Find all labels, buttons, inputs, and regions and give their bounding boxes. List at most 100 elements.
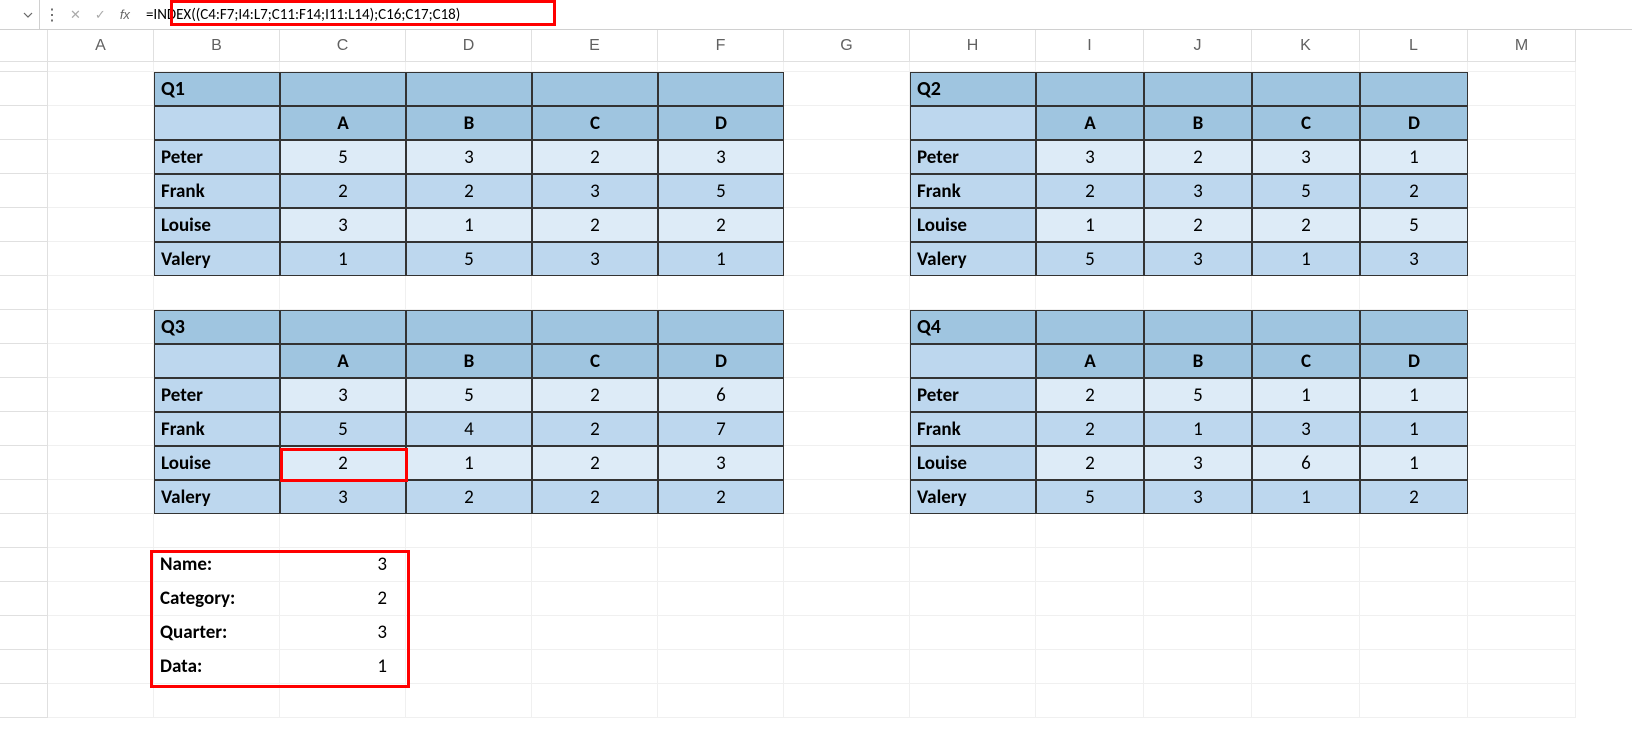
data-cell[interactable]: 1 [280, 242, 406, 276]
col-label[interactable]: B [1144, 106, 1252, 140]
row-name[interactable]: Peter [910, 140, 1036, 174]
spreadsheet-grid[interactable]: A B C D E F G H I J K L M Q1 Q2 [0, 30, 1632, 718]
data-cell[interactable]: 3 [1360, 242, 1468, 276]
data-cell[interactable]: 2 [532, 412, 658, 446]
row-name[interactable]: Louise [154, 208, 280, 242]
row-name[interactable]: Frank [154, 412, 280, 446]
data-cell[interactable]: 1 [1360, 446, 1468, 480]
row-name[interactable]: Valery [154, 480, 280, 514]
row-name[interactable]: Louise [910, 446, 1036, 480]
data-cell[interactable]: 2 [280, 174, 406, 208]
data-cell[interactable]: 2 [1036, 446, 1144, 480]
data-cell[interactable]: 1 [1360, 378, 1468, 412]
data-cell[interactable]: 1 [1252, 480, 1360, 514]
data-cell[interactable]: 3 [658, 140, 784, 174]
data-cell[interactable]: 2 [406, 174, 532, 208]
col-header[interactable]: G [784, 30, 910, 62]
data-cell[interactable]: 1 [1036, 208, 1144, 242]
data-cell[interactable]: 2 [280, 446, 406, 480]
table-title[interactable]: Q4 [910, 310, 1036, 344]
data-cell[interactable]: 2 [1036, 174, 1144, 208]
col-header[interactable]: A [48, 30, 154, 62]
data-cell[interactable]: 2 [658, 480, 784, 514]
col-label[interactable]: A [280, 344, 406, 378]
data-cell[interactable]: 2 [1360, 174, 1468, 208]
col-header[interactable]: H [910, 30, 1036, 62]
confirm-formula-icon[interactable]: ✓ [91, 7, 110, 23]
data-cell[interactable]: 3 [532, 242, 658, 276]
col-label[interactable]: D [658, 344, 784, 378]
data-cell[interactable]: 6 [658, 378, 784, 412]
data-cell[interactable]: 2 [1144, 208, 1252, 242]
col-header[interactable]: L [1360, 30, 1468, 62]
data-cell[interactable]: 3 [280, 480, 406, 514]
lookup-category-label[interactable]: Category: [154, 582, 280, 616]
data-cell[interactable]: 3 [1252, 140, 1360, 174]
col-header[interactable]: C [280, 30, 406, 62]
data-cell[interactable]: 2 [532, 446, 658, 480]
col-label[interactable]: B [406, 106, 532, 140]
data-cell[interactable]: 2 [1252, 208, 1360, 242]
data-cell[interactable]: 2 [658, 208, 784, 242]
col-header[interactable]: K [1252, 30, 1360, 62]
col-header[interactable]: E [532, 30, 658, 62]
col-header[interactable]: F [658, 30, 784, 62]
col-label[interactable]: A [1036, 344, 1144, 378]
data-cell[interactable]: 3 [1252, 412, 1360, 446]
data-cell[interactable]: 5 [658, 174, 784, 208]
data-cell[interactable]: 3 [1144, 242, 1252, 276]
data-cell[interactable]: 5 [1036, 480, 1144, 514]
data-cell[interactable]: 5 [1252, 174, 1360, 208]
data-cell[interactable]: 3 [1144, 446, 1252, 480]
row-name[interactable]: Peter [154, 140, 280, 174]
row-name[interactable]: Louise [154, 446, 280, 480]
data-cell[interactable]: 1 [1252, 242, 1360, 276]
lookup-quarter-value[interactable]: 3 [280, 616, 406, 650]
formula-input[interactable]: =INDEX((C4:F7;I4:L7;C11:F14;I11:L14);C16… [138, 0, 1628, 29]
data-cell[interactable]: 2 [532, 140, 658, 174]
data-cell[interactable]: 5 [1360, 208, 1468, 242]
row-name[interactable]: Frank [154, 174, 280, 208]
lookup-data-label[interactable]: Data: [154, 650, 280, 684]
data-cell[interactable]: 7 [658, 412, 784, 446]
data-cell[interactable]: 2 [1360, 480, 1468, 514]
data-cell[interactable]: 1 [658, 242, 784, 276]
col-label[interactable]: A [1036, 106, 1144, 140]
col-header[interactable]: I [1036, 30, 1144, 62]
row-name[interactable]: Frank [910, 412, 1036, 446]
col-label[interactable]: C [532, 344, 658, 378]
lookup-data-value[interactable]: 1 [280, 650, 406, 684]
data-cell[interactable]: 2 [406, 480, 532, 514]
data-cell[interactable]: 1 [1360, 412, 1468, 446]
data-cell[interactable]: 2 [532, 480, 658, 514]
data-cell[interactable]: 2 [1036, 412, 1144, 446]
col-label[interactable]: B [406, 344, 532, 378]
row-name[interactable]: Valery [910, 480, 1036, 514]
data-cell[interactable]: 2 [532, 378, 658, 412]
table-title[interactable]: Q2 [910, 72, 1036, 106]
data-cell[interactable]: 5 [280, 140, 406, 174]
data-cell[interactable]: 3 [1144, 174, 1252, 208]
data-cell[interactable]: 2 [1144, 140, 1252, 174]
col-header[interactable]: D [406, 30, 532, 62]
data-cell[interactable]: 1 [1252, 378, 1360, 412]
select-all-cell[interactable] [0, 30, 48, 62]
row-name[interactable]: Valery [910, 242, 1036, 276]
row-name[interactable]: Peter [154, 378, 280, 412]
data-cell[interactable]: 1 [406, 208, 532, 242]
data-cell[interactable]: 3 [406, 140, 532, 174]
data-cell[interactable]: 1 [406, 446, 532, 480]
data-cell[interactable]: 5 [406, 378, 532, 412]
col-header[interactable]: M [1468, 30, 1576, 62]
data-cell[interactable]: 1 [1144, 412, 1252, 446]
row-name[interactable]: Frank [910, 174, 1036, 208]
data-cell[interactable]: 5 [280, 412, 406, 446]
col-header[interactable]: J [1144, 30, 1252, 62]
col-label[interactable]: B [1144, 344, 1252, 378]
cancel-formula-icon[interactable]: ✕ [66, 7, 85, 23]
table-title[interactable]: Q1 [154, 72, 280, 106]
row-name[interactable]: Peter [910, 378, 1036, 412]
data-cell[interactable]: 3 [658, 446, 784, 480]
data-cell[interactable]: 2 [532, 208, 658, 242]
row-name[interactable]: Louise [910, 208, 1036, 242]
